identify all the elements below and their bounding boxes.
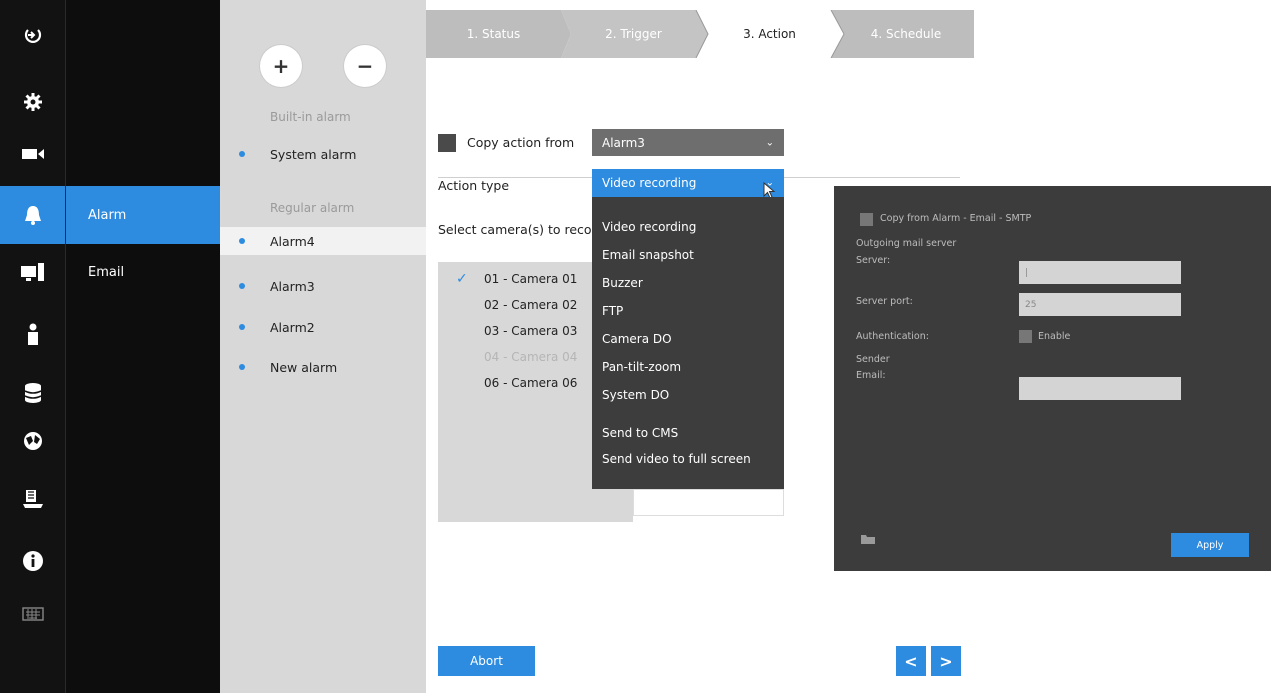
- submenu-item-label: Alarm: [88, 207, 127, 223]
- email-label: Email:: [856, 370, 886, 381]
- info-icon: [22, 550, 44, 572]
- alarm-name: Alarm3: [270, 278, 315, 294]
- apply-button[interactable]: Apply: [1171, 533, 1249, 557]
- server-port-label: Server port:: [856, 296, 913, 307]
- rail-item-camera[interactable]: [0, 125, 65, 183]
- keyboard-icon: [21, 606, 44, 622]
- wizard-steps: 1. Status 2. Trigger 3. Action 4. Schedu…: [426, 10, 974, 58]
- bullet-icon: [239, 324, 245, 330]
- camera-option: 04 - Camera 04: [484, 350, 578, 364]
- alarm-list-panel: + − Built-in alarm System alarm Regular …: [220, 0, 426, 693]
- list-item[interactable]: Alarm3: [220, 272, 426, 300]
- camera-option[interactable]: 01 - Camera 01: [484, 272, 577, 286]
- dropdown-option[interactable]: Camera DO: [602, 332, 672, 346]
- dropdown-option[interactable]: Video recording: [602, 220, 696, 234]
- list-item[interactable]: Alarm4: [220, 227, 426, 255]
- gear-icon: [22, 91, 44, 113]
- server-label: Server:: [856, 255, 891, 266]
- copy-action-select[interactable]: Alarm3 ⌄: [592, 129, 784, 156]
- dropdown-option[interactable]: Pan-tilt-zoom: [602, 360, 681, 374]
- camera-option[interactable]: 02 - Camera 02: [484, 298, 577, 312]
- submenu-item-email[interactable]: Email: [66, 243, 221, 301]
- action-type-field-label: Action type: [438, 178, 510, 193]
- logout-icon: [22, 24, 44, 46]
- email-settings-panel: Copy from Alarm - Email - SMTP Outgoing …: [834, 186, 1271, 571]
- copy-action-checkbox[interactable]: [438, 134, 456, 152]
- authentication-label: Authentication:: [856, 331, 929, 342]
- rail-item-keyboard[interactable]: [0, 585, 65, 643]
- camera-list-tail: [633, 489, 784, 516]
- dropdown-option[interactable]: Buzzer: [602, 276, 643, 290]
- copy-from-label: Copy from Alarm - Email - SMTP: [880, 213, 1032, 224]
- rail-item-network[interactable]: [0, 412, 65, 470]
- rail-item-settings[interactable]: [0, 73, 65, 131]
- rail-item-user[interactable]: [0, 305, 65, 363]
- submenu-item-alarm[interactable]: Alarm: [66, 186, 221, 244]
- camera-icon: [21, 146, 45, 162]
- chevron-down-icon: ⌄: [765, 137, 774, 148]
- bell-icon: [23, 204, 43, 226]
- copy-from-checkbox[interactable]: [860, 213, 873, 226]
- prev-button[interactable]: <: [896, 646, 926, 676]
- folder-icon: [860, 533, 876, 549]
- bullet-icon: [239, 151, 245, 157]
- dropdown-option[interactable]: Send video to full screen: [602, 452, 751, 466]
- next-button[interactable]: >: [931, 646, 961, 676]
- alarm-name: New alarm: [270, 359, 338, 375]
- alarm-name: Alarm2: [270, 319, 315, 335]
- regular-alarm-heading: Regular alarm: [270, 201, 355, 215]
- alarm-name: System alarm: [270, 146, 357, 162]
- tab-action[interactable]: 3. Action: [702, 10, 837, 58]
- device-icon: [20, 261, 46, 283]
- dropdown-option[interactable]: Email snapshot: [602, 248, 694, 262]
- outgoing-mail-heading: Outgoing mail server: [856, 238, 957, 249]
- submenu-item-label: Email: [88, 264, 125, 280]
- camera-option[interactable]: 03 - Camera 03: [484, 324, 577, 338]
- chevron-right-icon: >: [939, 651, 953, 671]
- rail-item-info[interactable]: [0, 532, 65, 590]
- server-port-input[interactable]: 25: [1019, 293, 1181, 316]
- chevron-left-icon: <: [904, 651, 918, 671]
- network-icon: [22, 430, 44, 452]
- rail-item-logout[interactable]: [0, 6, 65, 64]
- action-type-dropdown: Video recording Email snapshot Buzzer FT…: [592, 197, 784, 489]
- submenu: Alarm Email: [65, 0, 221, 693]
- bullet-icon: [239, 238, 245, 244]
- server-input[interactable]: |: [1019, 261, 1181, 284]
- dropdown-option[interactable]: Send to CMS: [602, 426, 678, 440]
- action-type-select[interactable]: Video recording ⌄: [592, 169, 784, 197]
- list-item[interactable]: New alarm: [220, 353, 426, 381]
- user-icon: [25, 322, 41, 346]
- list-item[interactable]: Alarm2: [220, 313, 426, 341]
- action-type-select-value: Video recording: [602, 176, 697, 190]
- enable-label: Enable: [1038, 331, 1071, 342]
- list-item[interactable]: System alarm: [220, 140, 426, 168]
- bullet-icon: [239, 283, 245, 289]
- icon-rail: [0, 0, 65, 693]
- copy-action-select-value: Alarm3: [602, 135, 645, 150]
- rail-item-alarm[interactable]: [0, 186, 65, 244]
- select-cameras-label: Select camera(s) to record: [438, 222, 605, 237]
- bullet-icon: [239, 364, 245, 370]
- tab-schedule[interactable]: 4. Schedule: [838, 10, 974, 58]
- rail-item-map[interactable]: [0, 470, 65, 528]
- camera-option[interactable]: 06 - Camera 06: [484, 376, 577, 390]
- email-input[interactable]: [1019, 377, 1181, 400]
- dropdown-option[interactable]: FTP: [602, 304, 623, 318]
- dropdown-option[interactable]: System DO: [602, 388, 669, 402]
- abort-button[interactable]: Abort: [438, 646, 535, 676]
- enable-auth-checkbox[interactable]: [1019, 330, 1032, 343]
- remove-alarm-button[interactable]: −: [344, 45, 386, 87]
- builtin-alarm-heading: Built-in alarm: [270, 110, 351, 124]
- sender-heading: Sender: [856, 354, 890, 365]
- alarm-name: Alarm4: [270, 233, 315, 249]
- globe-icon: [21, 488, 45, 510]
- database-icon: [23, 382, 43, 404]
- rail-item-device[interactable]: [0, 243, 65, 301]
- copy-action-label: Copy action from: [467, 135, 575, 150]
- tab-status[interactable]: 1. Status: [426, 10, 561, 58]
- checkmark-icon: ✓: [456, 271, 468, 287]
- tab-trigger[interactable]: 2. Trigger: [566, 10, 701, 58]
- add-alarm-button[interactable]: +: [260, 45, 302, 87]
